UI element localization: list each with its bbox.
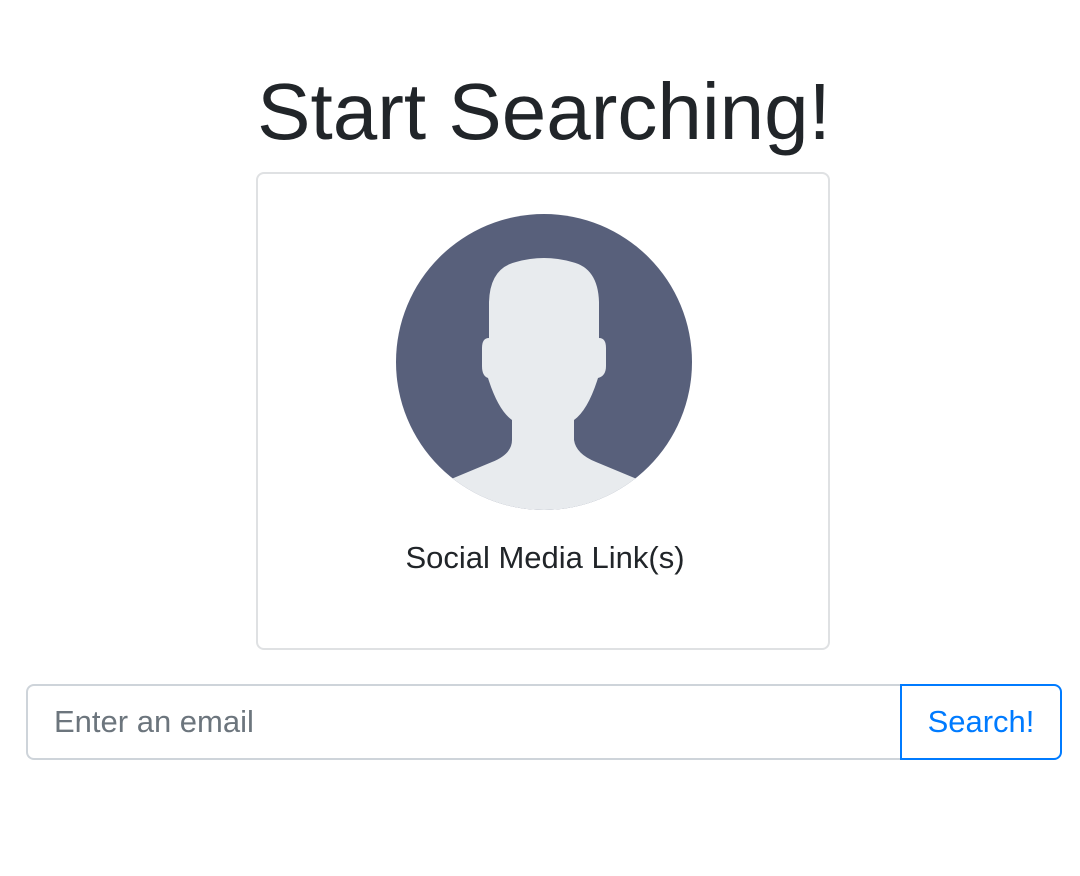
email-search-group: Search!: [26, 684, 1062, 760]
default-user-avatar-icon: [396, 214, 692, 510]
page-title: Start Searching!: [257, 67, 831, 156]
email-search-input[interactable]: [26, 684, 900, 760]
profile-card: Social Media Link(s): [256, 172, 830, 650]
search-button[interactable]: Search!: [900, 684, 1062, 760]
avatar: [396, 214, 692, 510]
social-media-links-caption: Social Media Link(s): [405, 540, 685, 575]
